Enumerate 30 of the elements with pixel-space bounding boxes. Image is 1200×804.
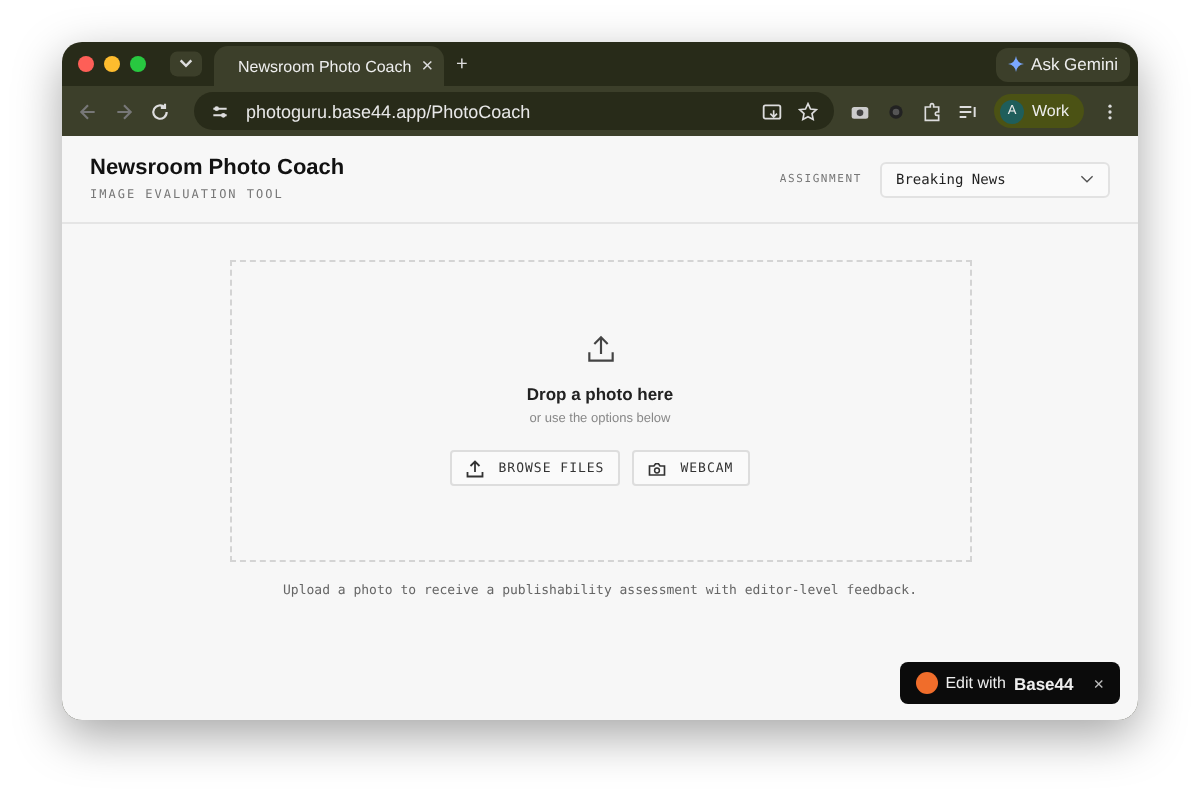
app-title: Newsroom Photo Coach [90, 156, 345, 180]
camera-icon [648, 459, 667, 477]
drop-heading: Drop a photo here [526, 384, 674, 404]
badge-text: Edit with [945, 674, 1006, 692]
sparkle-icon [1007, 56, 1024, 72]
tab-list-icon[interactable] [170, 50, 202, 78]
address-bar[interactable]: photoguru.base44.app/PhotoCoach [194, 92, 834, 130]
media-icon[interactable] [958, 101, 978, 121]
star-icon[interactable] [798, 101, 818, 121]
upload-icon [585, 334, 615, 364]
minimize-window-button[interactable] [104, 56, 120, 72]
forward-icon[interactable] [114, 101, 134, 121]
logo-icon [915, 672, 938, 694]
badge-brand: Base44 [1013, 673, 1074, 693]
maximize-window-button[interactable] [130, 56, 146, 72]
puzzle-icon[interactable] [922, 101, 942, 121]
edit-badge[interactable]: Edit with Base44 × [899, 662, 1120, 704]
new-tab-button[interactable]: + [456, 53, 468, 75]
back-icon[interactable] [78, 101, 98, 121]
site-settings-icon[interactable] [210, 101, 230, 121]
upload-icon [466, 459, 485, 477]
browser-tab[interactable]: Newsroom Photo Coach × [214, 46, 444, 86]
reload-icon[interactable] [150, 101, 170, 121]
close-window-button[interactable] [78, 56, 94, 72]
close-button[interactable]: × [1093, 673, 1104, 693]
close-tab-button[interactable]: × [421, 55, 434, 77]
chevron-icon [1080, 174, 1094, 184]
install-icon[interactable] [762, 101, 782, 121]
ask-gemini-button[interactable]: Ask Gemini [995, 47, 1130, 81]
camera-icon[interactable] [850, 101, 870, 121]
